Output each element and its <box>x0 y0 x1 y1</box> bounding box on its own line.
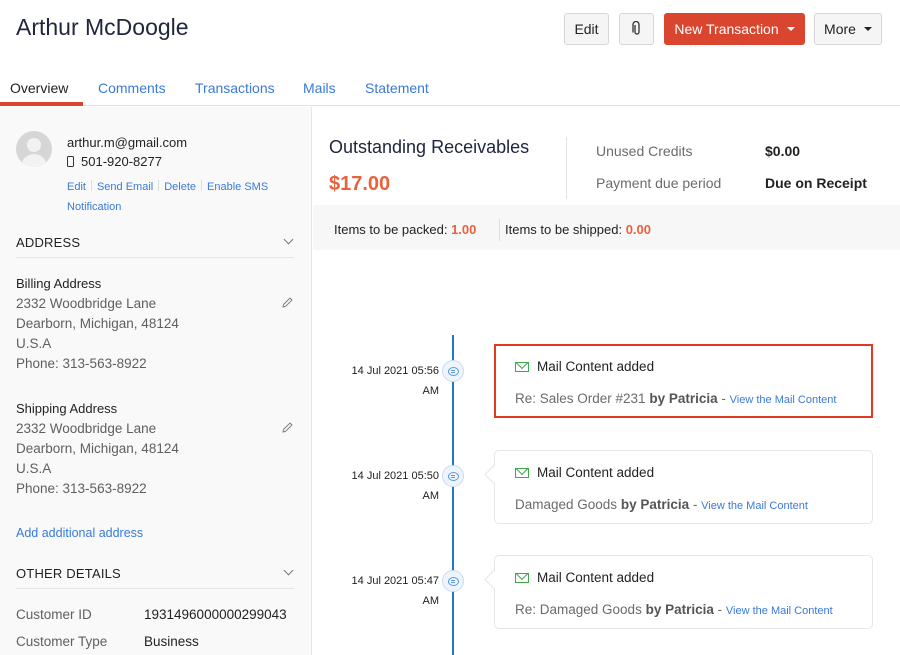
mail-icon <box>515 361 529 372</box>
billing-address-line1: 2332 Woodbridge Lane <box>16 296 157 311</box>
timeline-entry: Mail Content added Re: Sales Order #231 … <box>494 344 873 418</box>
mail-icon <box>515 572 529 583</box>
view-mail-content-link[interactable]: View the Mail Content <box>726 605 833 617</box>
new-transaction-label: New Transaction <box>674 21 779 37</box>
caret-down-icon <box>863 27 872 31</box>
billing-address-line2: Dearborn, Michigan, 48124 <box>16 316 179 331</box>
comment-bubble-icon <box>442 570 464 592</box>
customer-id-label: Customer ID <box>16 607 92 622</box>
tab-comments[interactable]: Comments <box>98 80 166 96</box>
address-section-label: ADDRESS <box>16 235 81 250</box>
chevron-down-icon[interactable] <box>283 565 294 576</box>
timeline-entry: Mail Content added Damaged Goods by Patr… <box>494 450 873 524</box>
chevron-down-icon[interactable] <box>283 234 294 245</box>
items-status-bar: Items to be packed: 1.00 Items to be shi… <box>313 205 900 250</box>
shipping-address-line2: Dearborn, Michigan, 48124 <box>16 441 179 456</box>
items-to-be-packed: Items to be packed: 1.00 <box>334 222 477 237</box>
divider <box>499 219 500 241</box>
billing-address-phone: Phone: 313-563-8922 <box>16 356 147 371</box>
avatar <box>16 131 52 167</box>
page-header: Arthur McDoogle Edit New Transaction Mor… <box>0 0 900 62</box>
outstanding-receivables-amount: $17.00 <box>329 173 391 195</box>
contact-actions: Edit Send Email Delete Enable SMS Notificat… <box>67 177 297 217</box>
contact-phone-number: 501-920-8277 <box>81 154 162 169</box>
edit-button[interactable]: Edit <box>564 13 609 45</box>
overview-main: Outstanding Receivables $17.00 Unused Cr… <box>313 107 900 655</box>
shipping-address-line1: 2332 Woodbridge Lane <box>16 421 157 436</box>
shipping-address-title: Shipping Address <box>16 401 118 416</box>
timeline-entry: Mail Content added Re: Damaged Goods by … <box>494 555 873 629</box>
other-details-section-label: OTHER DETAILS <box>16 566 121 581</box>
items-shipped-value: 0.00 <box>625 222 652 237</box>
payment-due-value: Due on Receipt <box>765 175 867 191</box>
timeline-entry-title: Mail Content added <box>537 465 655 480</box>
shipping-address-phone: Phone: 313-563-8922 <box>16 481 147 496</box>
mobile-phone-icon <box>67 156 74 167</box>
unused-credits-label: Unused Credits <box>596 143 693 159</box>
more-label: More <box>824 21 856 37</box>
caret-down-icon <box>786 27 795 31</box>
customer-id-value: 1931496000000299043 <box>144 607 287 622</box>
timeline-entry-title: Mail Content added <box>537 359 655 374</box>
more-button[interactable]: More <box>814 13 882 45</box>
tab-transactions[interactable]: Transactions <box>195 80 275 96</box>
billing-address-title: Billing Address <box>16 276 102 291</box>
divider <box>16 257 294 258</box>
attach-button[interactable] <box>619 13 654 45</box>
divider <box>16 588 294 589</box>
tab-mails[interactable]: Mails <box>303 80 336 96</box>
timeline-entry-title: Mail Content added <box>537 570 655 585</box>
timeline-date: 14 Jul 2021 05:56 AM <box>351 365 439 397</box>
active-tab-indicator <box>0 102 83 106</box>
edit-shipping-pencil-icon[interactable] <box>282 422 293 433</box>
new-transaction-button[interactable]: New Transaction <box>664 13 805 45</box>
timeline-entry-detail: Damaged Goods by Patricia - View the Mai… <box>515 497 808 512</box>
contact-edit-link[interactable]: Edit <box>67 181 86 193</box>
add-additional-address-link[interactable]: Add additional address <box>16 526 143 540</box>
contact-email: arthur.m@gmail.com <box>67 135 188 150</box>
view-mail-content-link[interactable]: View the Mail Content <box>701 500 808 512</box>
tab-overview[interactable]: Overview <box>10 80 68 96</box>
comment-bubble-icon <box>442 360 464 382</box>
timeline-line <box>452 335 454 655</box>
other-details-section-header[interactable]: OTHER DETAILS <box>16 565 296 581</box>
tab-statement[interactable]: Statement <box>365 80 429 96</box>
view-mail-content-link[interactable]: View the Mail Content <box>730 394 837 406</box>
shipping-address-country: U.S.A <box>16 461 52 476</box>
customer-type-value: Business <box>144 634 199 649</box>
mail-icon <box>515 467 529 478</box>
outstanding-receivables-label: Outstanding Receivables <box>329 137 530 157</box>
unused-credits-value: $0.00 <box>765 143 801 159</box>
tab-bar: Overview Comments Transactions Mails Sta… <box>0 70 900 106</box>
timeline-entry-detail: Re: Sales Order #231 by Patricia - View … <box>515 391 837 406</box>
contact-phone: 501-920-8277 <box>67 154 162 169</box>
delete-link[interactable]: Delete <box>164 181 196 193</box>
customer-sidebar: arthur.m@gmail.com 501-920-8277 Edit Send… <box>0 107 312 655</box>
items-packed-value: 1.00 <box>451 222 477 237</box>
send-email-link[interactable]: Send Email <box>97 181 153 193</box>
address-section-header[interactable]: ADDRESS <box>16 234 296 250</box>
timeline-entry-detail: Re: Damaged Goods by Patricia - View the… <box>515 602 833 617</box>
items-to-be-shipped: Items to be shipped: 0.00 <box>505 222 652 237</box>
billing-address-country: U.S.A <box>16 336 52 351</box>
customer-type-label: Customer Type <box>16 634 108 649</box>
timeline-date: 14 Jul 2021 05:50 AM <box>351 470 439 502</box>
timeline-date: 14 Jul 2021 05:47 AM <box>351 575 439 607</box>
page-title: Arthur McDoogle <box>16 14 189 40</box>
paperclip-icon <box>631 21 640 35</box>
payment-due-label: Payment due period <box>596 175 722 191</box>
divider <box>566 137 567 199</box>
edit-billing-pencil-icon[interactable] <box>282 297 293 308</box>
comment-bubble-icon <box>442 465 464 487</box>
